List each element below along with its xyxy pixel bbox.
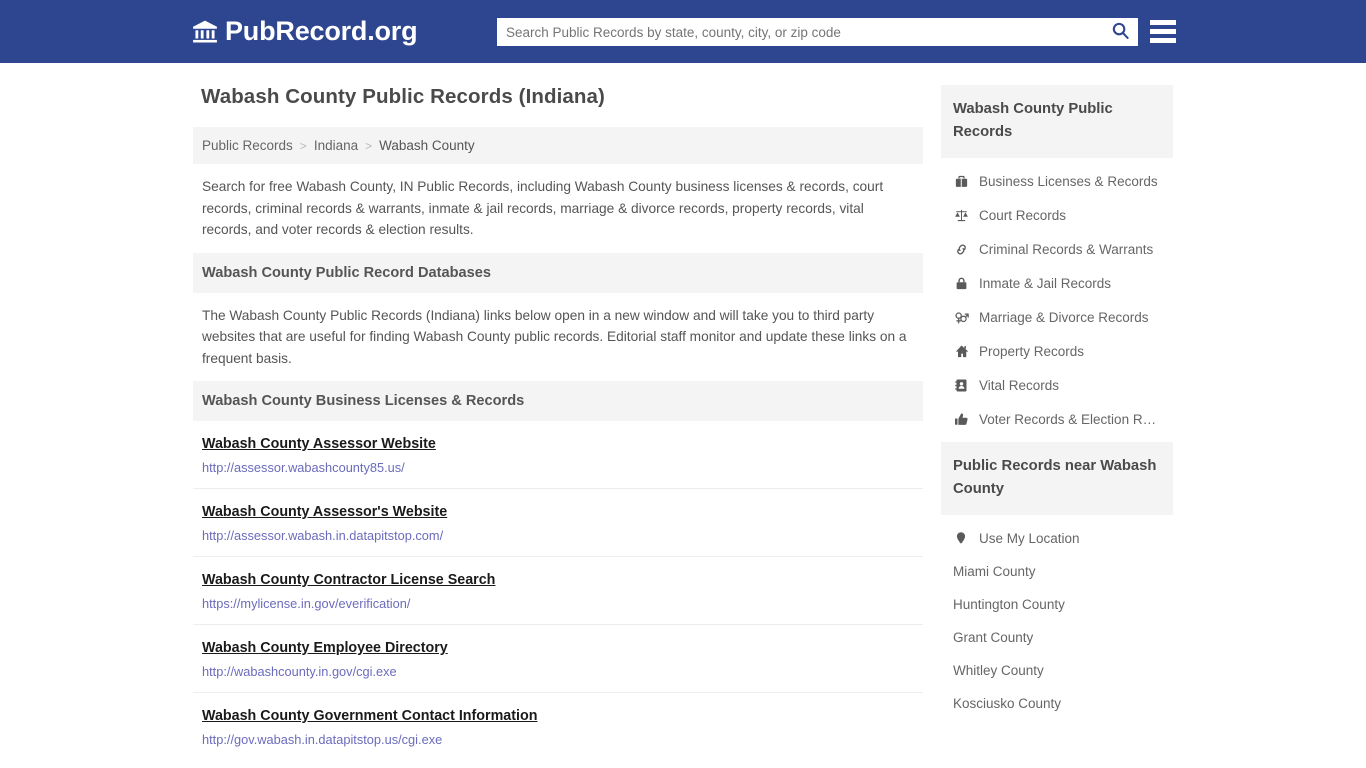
thumbs-up-icon [953,411,969,427]
sidebar-heading-nearby: Public Records near Wabash County [941,442,1173,515]
scales-of-justice-icon [953,207,969,223]
briefcase-icon [953,173,969,189]
breadcrumb-separator-icon: > [299,138,307,153]
sidebar-item-property-records[interactable]: Property Records [941,334,1173,368]
search-bar [497,18,1138,46]
list-item: Wabash County Assessor Website http://as… [193,421,923,489]
search-input[interactable] [498,19,1103,45]
hamburger-menu-icon[interactable] [1150,18,1176,45]
record-link-title[interactable]: Wabash County Contractor License Search [202,572,495,588]
menu-bar-1 [1150,20,1176,25]
site-logo[interactable]: PubRecord.org [192,16,418,47]
record-link-url[interactable]: http://gov.wabash.in.datapitstop.us/cgi.… [202,732,914,747]
breadcrumb-item-wabash-county: Wabash County [379,138,475,153]
record-link-url[interactable]: http://assessor.wabashcounty85.us/ [202,460,914,475]
record-link-url[interactable]: https://mylicense.in.gov/everification/ [202,596,914,611]
record-link-title[interactable]: Wabash County Assessor Website [202,436,436,452]
sidebar-item-business-licenses[interactable]: Business Licenses & Records [941,164,1173,198]
sidebar-item-grant-county[interactable]: Grant County [941,621,1173,654]
section-heading-databases: Wabash County Public Record Databases [193,252,923,293]
sidebar-card-nearby: Public Records near Wabash County Use My… [941,442,1173,720]
sidebar-item-label: Grant County [953,630,1034,645]
sidebar-item-use-my-location[interactable]: Use My Location [941,521,1173,555]
content-container: Wabash County Public Records (Indiana) P… [193,63,1173,768]
menu-bar-2 [1150,29,1176,34]
breadcrumb-item-public-records[interactable]: Public Records [202,138,293,153]
sidebar-item-label: Vital Records [979,377,1060,393]
sidebar-item-label: Criminal Records & Warrants [979,241,1154,257]
sidebar-item-label: Business Licenses & Records [979,173,1158,189]
record-link-title[interactable]: Wabash County Government Contact Informa… [202,708,537,724]
sidebar-item-label: Whitley County [953,663,1044,678]
menu-bar-3 [1150,38,1176,43]
sidebar-item-label: Voter Records & Election R… [979,411,1157,427]
list-item: Wabash County Employee Directory http://… [193,625,923,693]
intro-paragraph: Search for free Wabash County, IN Public… [202,179,884,237]
handcuffs-icon [953,241,969,257]
lock-icon [953,275,969,291]
record-links-list: Wabash County Assessor Website http://as… [193,421,923,760]
record-link-url[interactable]: http://assessor.wabash.in.datapitstop.co… [202,528,914,543]
sidebar: Wabash County Public Records Business Li… [941,85,1173,726]
map-pin-icon [953,530,969,546]
sidebar-heading-records: Wabash County Public Records [941,85,1173,158]
page-title: Wabash County Public Records (Indiana) [201,85,605,108]
list-item: Wabash County Contractor License Search … [193,557,923,625]
sidebar-item-label: Court Records [979,207,1067,223]
id-card-icon [953,377,969,393]
brand-name: PubRecord.org [225,16,418,46]
sidebar-item-whitley-county[interactable]: Whitley County [941,654,1173,687]
sidebar-card-records: Wabash County Public Records Business Li… [941,85,1173,436]
sidebar-item-label: Use My Location [979,530,1080,546]
site-header: PubRecord.org [0,0,1366,63]
list-item: Wabash County Government Contact Informa… [193,693,923,760]
sidebar-item-criminal-records[interactable]: Criminal Records & Warrants [941,232,1173,266]
sidebar-item-label: Inmate & Jail Records [979,275,1112,291]
sidebar-item-kosciusko-county[interactable]: Kosciusko County [941,687,1173,720]
breadcrumb-item-indiana[interactable]: Indiana [314,138,358,153]
breadcrumb-separator-icon: > [365,138,373,153]
main-column: Wabash County Public Records (Indiana) P… [193,85,923,768]
sidebar-item-vital-records[interactable]: Vital Records [941,368,1173,402]
sidebar-item-court-records[interactable]: Court Records [941,198,1173,232]
sidebar-item-miami-county[interactable]: Miami County [941,555,1173,588]
sidebar-nearby-list: Use My Location Miami County Huntington … [941,515,1173,720]
sidebar-item-label: Huntington County [953,597,1065,612]
sidebar-item-label: Marriage & Divorce Records [979,309,1149,325]
see-all-row: See all Wabash County Business Licenses … [193,760,923,768]
databases-paragraph: The Wabash County Public Records (Indian… [202,307,907,366]
breadcrumb: Public Records > Indiana > Wabash County [193,127,923,164]
sidebar-item-voter-records[interactable]: Voter Records & Election R… [941,402,1173,436]
sidebar-records-list: Business Licenses & Records Court Record… [941,158,1173,436]
record-link-title[interactable]: Wabash County Assessor's Website [202,504,447,520]
sidebar-item-inmate-jail-records[interactable]: Inmate & Jail Records [941,266,1173,300]
house-icon [953,343,969,359]
bank-building-icon [192,19,218,45]
sidebar-item-label: Miami County [953,564,1036,579]
list-item: Wabash County Assessor's Website http://… [193,489,923,557]
sidebar-item-marriage-divorce-records[interactable]: Marriage & Divorce Records [941,300,1173,334]
sidebar-item-label: Kosciusko County [953,696,1062,711]
search-button[interactable] [1103,19,1137,45]
sidebar-item-label: Property Records [979,343,1085,359]
record-link-title[interactable]: Wabash County Employee Directory [202,640,448,656]
page-body: Wabash County Public Records (Indiana) P… [0,63,1366,768]
gender-symbols-icon [953,309,969,325]
section-heading-business-licenses: Wabash County Business Licenses & Record… [193,381,923,421]
search-icon [1111,21,1130,43]
sidebar-item-huntington-county[interactable]: Huntington County [941,588,1173,621]
record-link-url[interactable]: http://wabashcounty.in.gov/cgi.exe [202,664,914,679]
